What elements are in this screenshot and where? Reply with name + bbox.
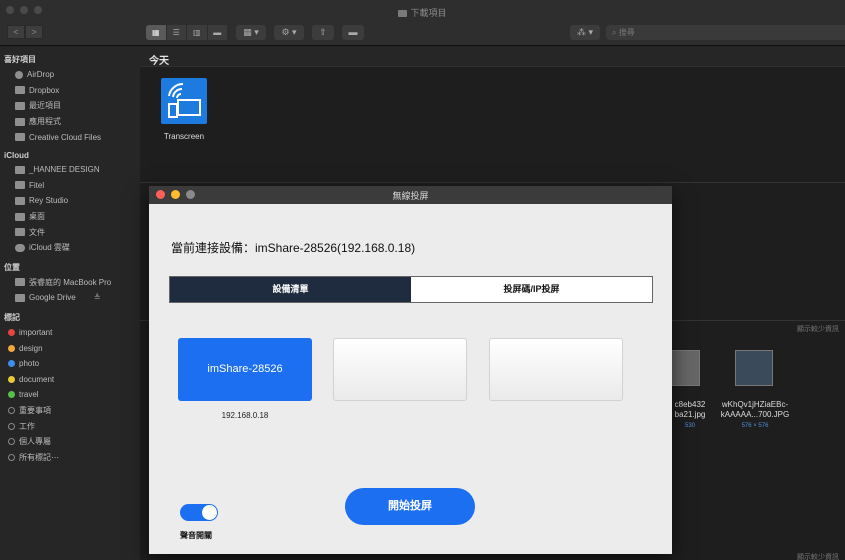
sidebar-item-dropbox[interactable]: Dropbox [0,83,140,99]
tag-dot-icon [8,438,15,446]
sidebar-header-icloud: iCloud [4,150,29,160]
folder-icon [15,133,25,142]
search-input[interactable]: ⌕ 搜尋 [606,25,845,40]
tag-dot-icon [8,453,15,461]
sidebar-tag-photo[interactable]: photo [0,356,140,372]
desktop-icon [15,212,25,221]
applications-icon [15,117,25,126]
folder-icon [15,196,25,205]
tag-dot-icon [8,360,15,368]
file-thumbnail[interactable] [735,350,773,386]
sidebar-item-icloud-drive[interactable]: iCloud 雲碟 [0,240,140,256]
dropbox-icon [15,86,25,95]
sidebar-item-fitel[interactable]: Fitel [0,178,140,194]
folder-icon [15,165,25,174]
file-dimensions: 576 × 576 [741,423,769,429]
tag-dot-icon [8,329,15,337]
sidebar-tag-personal[interactable]: 個人專屬 [0,434,140,450]
column-view-icon[interactable]: ▥ [187,25,208,40]
show-less-info-link-bottom[interactable]: 顯示較少資訊 [797,552,839,560]
forward-button[interactable]: > [25,25,43,39]
transcreen-app-icon[interactable] [161,78,207,124]
sidebar-tag-travel[interactable]: travel [0,387,140,403]
sidebar-tag-design[interactable]: design [0,340,140,356]
sidebar-tag-work[interactable]: 工作 [0,418,140,434]
laptop-icon [15,278,25,287]
section-divider [140,182,845,183]
drive-icon [15,293,25,302]
transcreen-app-label[interactable]: Transcreen [154,132,214,141]
toggle-knob [202,505,217,520]
dropbox-menu-icon[interactable]: ⁂ ▾ [570,25,600,40]
sidebar-header-tags: 標記 [4,312,20,322]
tag-dot-icon [8,344,15,352]
dialog-tabs: 設備清單 投屏碼/IP投屏 [169,276,653,303]
toolbar-right: ⁂ ▾ ⌕ 搜尋 [570,25,845,40]
sidebar-item-macbook[interactable]: 張睿庭的 MacBook Pro [0,275,140,291]
view-mode-selector[interactable]: ▦ ☰ ▥ ▬ [146,25,228,40]
finder-titlebar: 下載項目 < > ▦ ☰ ▥ ▬ ▦ ▾ ⚙ ▾ ⇧ ▬ ⁂ ▾ ⌕ 搜尋 [0,0,845,46]
sidebar-item-creative-cloud[interactable]: Creative Cloud Files [0,129,140,145]
device-card-selected[interactable]: imShare-28526 [178,338,312,401]
show-less-info-link[interactable]: 顯示較少資訊 [797,324,839,334]
device-card-empty[interactable] [333,338,467,401]
sidebar-tag-document[interactable]: document [0,372,140,388]
sidebar-tag-important[interactable]: important [0,325,140,341]
gallery-view-icon[interactable]: ▬ [208,25,228,40]
action-gear-icon[interactable]: ⚙ ▾ [274,25,304,40]
tab-cast-code-ip[interactable]: 投屏碼/IP投屏 [411,277,652,302]
documents-icon [15,228,25,237]
device-ip-label: 192.168.0.18 [221,411,269,420]
airdrop-icon [15,70,23,79]
sidebar-tag-important-zh[interactable]: 重要事項 [0,403,140,419]
dialog-titlebar: 無線投屏 [149,186,672,204]
tag-dot-icon [8,406,15,414]
sidebar-item-desktop[interactable]: 桌面 [0,209,140,225]
sidebar: 喜好項目 AirDrop Dropbox 最近項目 應用程式 Creative … [0,47,140,560]
toolbar: ▦ ☰ ▥ ▬ ▦ ▾ ⚙ ▾ ⇧ ▬ [146,25,364,40]
section-today: 今天 [140,47,845,67]
eject-icon[interactable]: ≜ [94,293,101,302]
sidebar-item-airdrop[interactable]: AirDrop [0,67,140,83]
start-casting-button[interactable]: 開始投屏 [345,488,475,525]
icloud-icon [15,243,25,252]
wireless-cast-dialog: 無線投屏 當前連接設備：imShare-28526(192.168.0.18) … [149,186,672,554]
window-title: 下載項目 [0,6,845,19]
sidebar-item-rey-studio[interactable]: Rey Studio [0,193,140,209]
recents-icon [15,101,25,110]
group-button[interactable]: ▦ ▾ [236,25,266,40]
sidebar-tag-all[interactable]: 所有標記⋯ [0,449,140,465]
device-card-empty[interactable] [489,338,623,401]
sidebar-item-recents[interactable]: 最近項目 [0,98,140,114]
tag-icon[interactable]: ▬ [342,25,364,40]
nav-buttons: < > [7,25,43,39]
sidebar-item-documents[interactable]: 文件 [0,224,140,240]
sidebar-header-favorites: 喜好項目 [4,55,36,64]
tab-device-list[interactable]: 設備清單 [170,277,411,302]
sidebar-item-hannee-design[interactable]: _HANNEE DESIGN [0,162,140,178]
list-view-icon[interactable]: ☰ [167,25,187,40]
sound-toggle[interactable] [180,504,218,521]
sound-toggle-label: 聲音開關 [180,531,212,540]
sidebar-item-applications[interactable]: 應用程式 [0,114,140,130]
sidebar-item-google-drive[interactable]: Google Drive ≜ [0,290,140,306]
file-name[interactable]: wKhQv1jHZiaEBc-kAAAAA...700.JPG [715,400,795,420]
icon-view-icon[interactable]: ▦ [146,25,167,40]
tag-dot-icon [8,422,15,430]
tag-dot-icon [8,375,15,383]
tag-dot-icon [8,391,15,399]
folder-icon [15,181,25,190]
folder-icon [398,10,408,17]
wireless-screen-icon [168,82,201,118]
connection-status: 當前連接設備：imShare-28526(192.168.0.18) [171,241,416,255]
file-thumbnail[interactable] [670,350,700,386]
share-icon[interactable]: ⇧ [312,25,334,40]
back-button[interactable]: < [7,25,25,39]
dialog-title: 無線投屏 [392,191,429,201]
sidebar-header-locations: 位置 [4,262,20,272]
